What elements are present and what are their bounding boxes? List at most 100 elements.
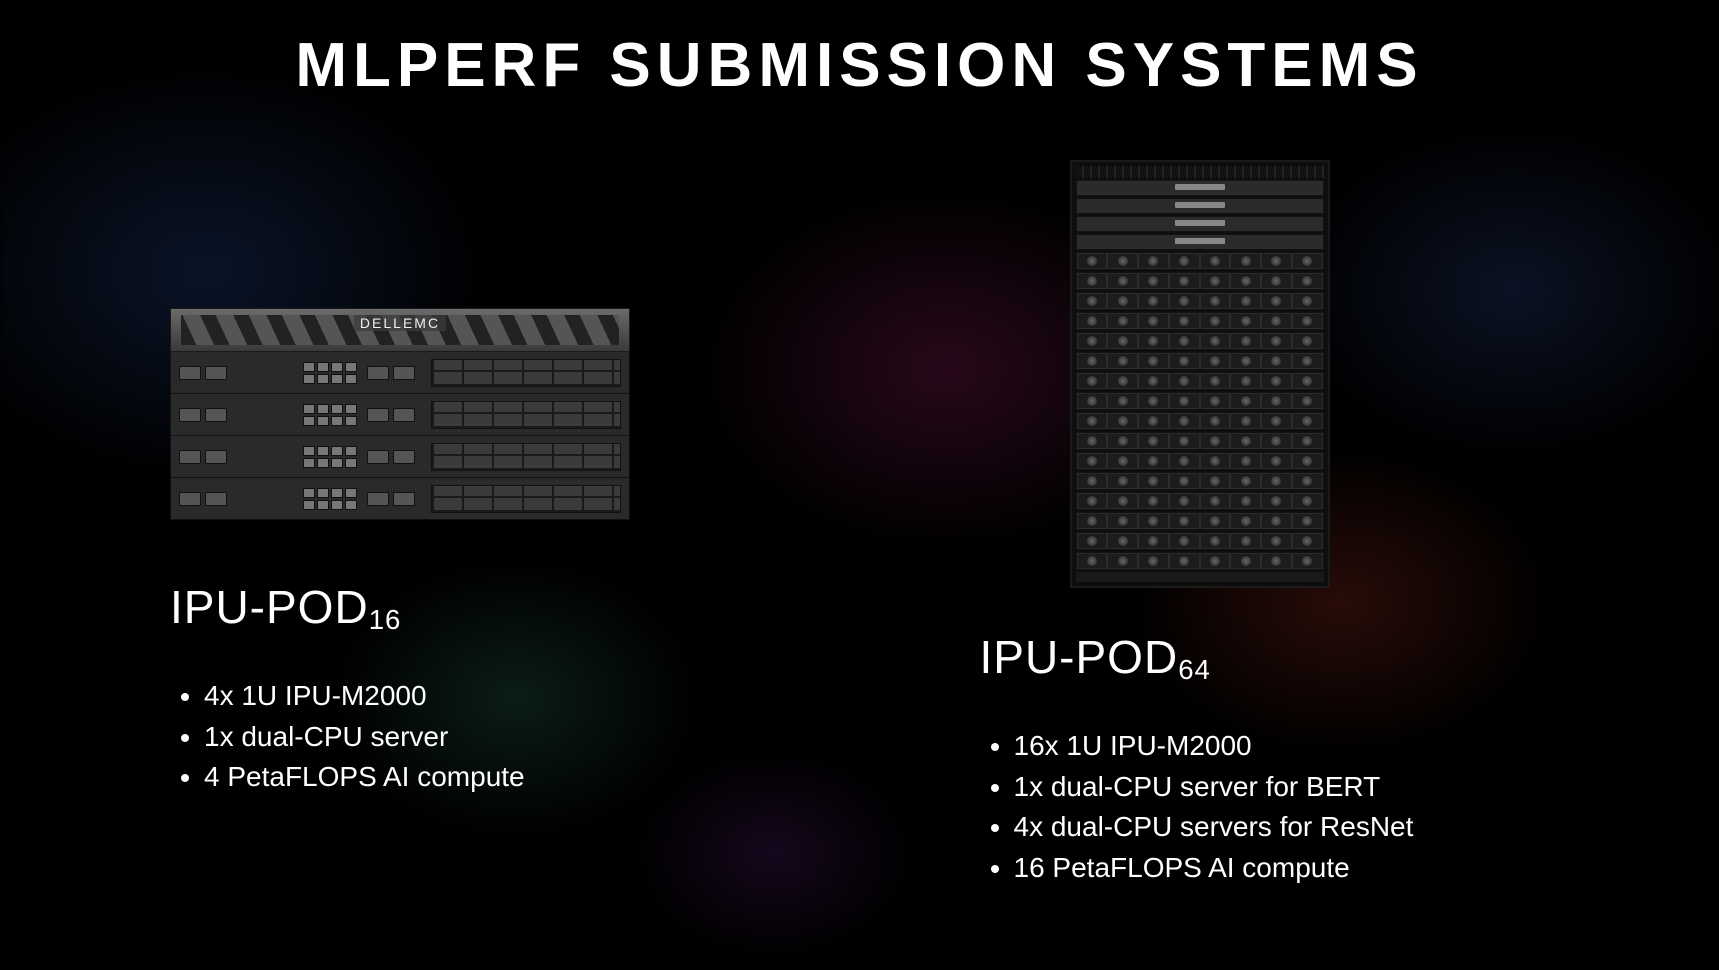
- pod64-ipu-m2000-1u: [1076, 512, 1324, 530]
- pod16-title-prefix: IPU-POD: [170, 581, 369, 633]
- pod64-ipu-m2000-1u: [1076, 472, 1324, 490]
- pod64-spec-item: 4x dual-CPU servers for ResNet: [1014, 807, 1414, 848]
- fan-icon: [1293, 354, 1322, 368]
- fan-icon: [1078, 494, 1107, 508]
- fan-icon: [1262, 374, 1291, 388]
- fan-icon: [1108, 274, 1137, 288]
- rj45-port-block: [303, 488, 357, 510]
- fan-icon: [1078, 294, 1107, 308]
- fan-icon: [1293, 274, 1322, 288]
- pod64-ipu-m2000-1u: [1076, 312, 1324, 330]
- pod64-ipu-m2000-1u: [1076, 492, 1324, 510]
- fan-icon: [1293, 314, 1322, 328]
- fan-icon: [1139, 334, 1168, 348]
- fan-icon: [1078, 414, 1107, 428]
- fan-icon: [1201, 414, 1230, 428]
- fan-icon: [1231, 394, 1260, 408]
- fan-icon: [1139, 294, 1168, 308]
- fan-icon: [1201, 514, 1230, 528]
- sfp-cage-icon: [367, 408, 389, 422]
- pod64-dell-server-1u: [1076, 180, 1324, 196]
- pod64-title-prefix: IPU-POD: [980, 631, 1179, 683]
- fan-icon: [1139, 434, 1168, 448]
- pod16-spec-item: 4 PetaFLOPS AI compute: [204, 757, 525, 798]
- pod64-image-slot: [980, 160, 1330, 570]
- fan-icon: [1078, 534, 1107, 548]
- pod64-ipu-m2000-1u: [1076, 552, 1324, 570]
- fan-icon: [1170, 494, 1199, 508]
- sfp-cage-icon: [393, 450, 415, 464]
- fan-icon: [1170, 294, 1199, 308]
- fan-icon: [1262, 274, 1291, 288]
- dell-server-brand-label: DELLEMC: [354, 315, 446, 331]
- fan-icon: [1170, 274, 1199, 288]
- fan-icon: [1231, 354, 1260, 368]
- fan-icon: [1201, 454, 1230, 468]
- fan-icon: [1201, 334, 1230, 348]
- fan-icon: [1108, 374, 1137, 388]
- fan-icon: [1231, 454, 1260, 468]
- sfp-cage-icon: [367, 450, 389, 464]
- fan-icon: [1293, 534, 1322, 548]
- fan-icon: [1262, 454, 1291, 468]
- pod16-title: IPU-POD16: [170, 580, 401, 634]
- pod64-ipu-m2000-1u: [1076, 252, 1324, 270]
- fan-icon: [1201, 474, 1230, 488]
- fan-icon: [1078, 454, 1107, 468]
- fan-icon: [1262, 514, 1291, 528]
- pod16-ipu-m2000-1u: [170, 352, 630, 394]
- fan-icon: [1139, 534, 1168, 548]
- fan-icon: [1201, 274, 1230, 288]
- sfp-cage-icon: [393, 366, 415, 380]
- fan-icon: [1078, 394, 1107, 408]
- fan-icon: [1293, 554, 1322, 568]
- pod64-spec-item: 1x dual-CPU server for BERT: [1014, 767, 1414, 808]
- expansion-cage-grid: [431, 443, 621, 471]
- fan-icon: [1170, 314, 1199, 328]
- fan-icon: [1108, 434, 1137, 448]
- fan-icon: [1078, 334, 1107, 348]
- fan-icon: [1262, 434, 1291, 448]
- fan-icon: [1170, 414, 1199, 428]
- expansion-cage-grid: [431, 401, 621, 429]
- pod64-spec-item: 16x 1U IPU-M2000: [1014, 726, 1414, 767]
- fan-icon: [1108, 354, 1137, 368]
- fan-icon: [1139, 354, 1168, 368]
- fan-icon: [1139, 394, 1168, 408]
- pod64-ipu-m2000-1u: [1076, 372, 1324, 390]
- dell-server-vent-pattern: DELLEMC: [181, 315, 619, 344]
- pod16-spec-list: 4x 1U IPU-M20001x dual-CPU server4 PetaF…: [176, 676, 525, 798]
- fan-icon: [1293, 494, 1322, 508]
- sfp-cage-pair: [179, 492, 227, 506]
- fan-icon: [1201, 314, 1230, 328]
- fan-icon: [1293, 514, 1322, 528]
- fan-icon: [1170, 554, 1199, 568]
- pod64-ipu-m2000-1u: [1076, 352, 1324, 370]
- pod16-rack-illustration: DELLEMC: [170, 308, 630, 520]
- fan-icon: [1139, 494, 1168, 508]
- fan-icon: [1231, 334, 1260, 348]
- fan-icon: [1108, 254, 1137, 268]
- pod16-dell-server-1u: DELLEMC: [170, 308, 630, 352]
- rj45-port-block: [303, 362, 357, 384]
- fan-icon: [1078, 254, 1107, 268]
- pod64-rack-bottom: [1076, 572, 1324, 582]
- fan-icon: [1170, 354, 1199, 368]
- pod64-spec-item: 16 PetaFLOPS AI compute: [1014, 848, 1414, 889]
- page-title: MLPERF SUBMISSION SYSTEMS: [0, 30, 1719, 101]
- fan-icon: [1231, 434, 1260, 448]
- fan-icon: [1293, 254, 1322, 268]
- fan-icon: [1293, 374, 1322, 388]
- pod64-title: IPU-POD64: [980, 630, 1211, 684]
- fan-icon: [1170, 374, 1199, 388]
- rj45-port-block: [303, 404, 357, 426]
- pod16-ipu-m2000-1u: [170, 436, 630, 478]
- fan-icon: [1231, 254, 1260, 268]
- pod64-rack-illustration: [1070, 160, 1330, 588]
- fan-icon: [1078, 434, 1107, 448]
- pod64-ipu-m2000-1u: [1076, 272, 1324, 290]
- fan-icon: [1108, 454, 1137, 468]
- pod64-ipu-m2000-1u: [1076, 532, 1324, 550]
- pod16-ipu-m2000-1u: [170, 478, 630, 520]
- fan-icon: [1231, 514, 1260, 528]
